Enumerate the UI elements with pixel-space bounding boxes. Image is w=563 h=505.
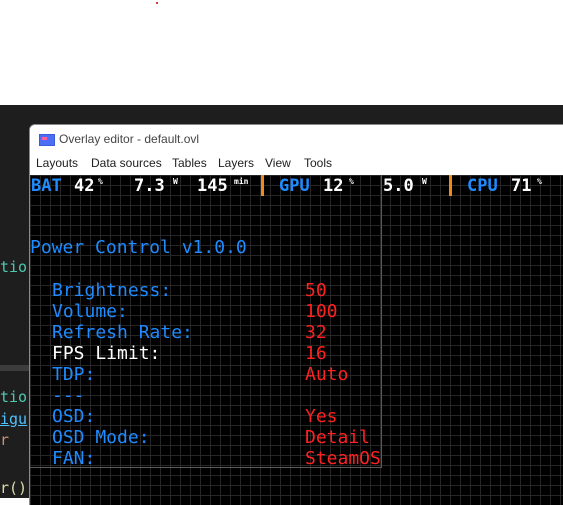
code-fragment: r() — [0, 479, 28, 497]
row-value-osd: Yes — [305, 406, 338, 427]
gpu-percent-unit: % — [349, 177, 354, 186]
window-title: Overlay editor - default.ovl — [59, 132, 200, 146]
cpu-label: CPU — [467, 176, 498, 196]
stat-separator — [261, 175, 264, 196]
row-value-refresh-rate: 32 — [305, 322, 327, 343]
gpu-power-unit: W — [422, 177, 427, 186]
menu-layouts[interactable]: Layouts — [36, 156, 78, 170]
bat-time-unit: min — [234, 177, 249, 186]
row-value-brightness: 50 — [305, 280, 327, 301]
menu-tables[interactable]: Tables — [172, 156, 207, 170]
panel-title: Power Control v1.0.0 — [30, 237, 247, 258]
menu-bar: Layouts Data sources Tables Layers View … — [30, 153, 563, 175]
code-fragment: tio — [0, 258, 28, 276]
row-value-tdp: Auto — [305, 364, 349, 385]
gpu-percent: 12 — [323, 176, 344, 196]
row-value-fps-limit: 16 — [305, 343, 327, 364]
menu-tools[interactable]: Tools — [304, 156, 332, 170]
gpu-power: 5.0 — [383, 176, 414, 196]
code-fragment: r — [0, 431, 10, 449]
bat-percent-unit: % — [98, 177, 103, 186]
row-divider: --- — [52, 385, 85, 406]
row-label-tdp: TDP: — [52, 364, 96, 385]
bat-power-unit: W — [173, 177, 178, 186]
row-label-volume: Volume: — [52, 301, 128, 322]
bat-power: 7.3 — [134, 176, 165, 196]
bat-percent: 42 — [74, 176, 95, 196]
bat-time: 145 — [197, 176, 228, 196]
overlay-canvas[interactable]: BAT 42 % 7.3 W 145 min GPU 12 % 5.0 W CP… — [30, 175, 563, 505]
code-fragment: tio — [0, 388, 28, 406]
stat-separator — [449, 175, 452, 196]
gpu-label: GPU — [279, 176, 310, 196]
title-bar[interactable]: Overlay editor - default.ovl — [30, 125, 563, 153]
row-label-brightness: Brightness: — [52, 280, 172, 301]
overlay-editor-window: Overlay editor - default.ovl Layouts Dat… — [29, 124, 563, 505]
menu-data-sources[interactable]: Data sources — [91, 156, 162, 170]
editor-panel-divider — [0, 365, 30, 371]
row-value-fan: SteamOS — [305, 448, 381, 469]
cpu-percent: 71 — [511, 176, 532, 196]
row-value-volume: 100 — [305, 301, 338, 322]
bat-label: BAT — [31, 176, 62, 196]
row-label-fan: FAN: — [52, 448, 96, 469]
row-label-osd: OSD: — [52, 406, 96, 427]
code-fragment: igu — [0, 410, 28, 428]
row-label-osd-mode: OSD Mode: — [52, 427, 150, 448]
cpu-percent-unit: % — [537, 177, 542, 186]
menu-layers[interactable]: Layers — [218, 156, 254, 170]
row-value-osd-mode: Detail — [305, 427, 371, 448]
cursor-dot — [156, 2, 158, 4]
menu-view[interactable]: View — [265, 156, 291, 170]
overlay-app-icon — [39, 134, 55, 146]
row-label-refresh-rate: Refresh Rate: — [52, 322, 193, 343]
row-label-fps-limit: FPS Limit: — [52, 343, 161, 364]
